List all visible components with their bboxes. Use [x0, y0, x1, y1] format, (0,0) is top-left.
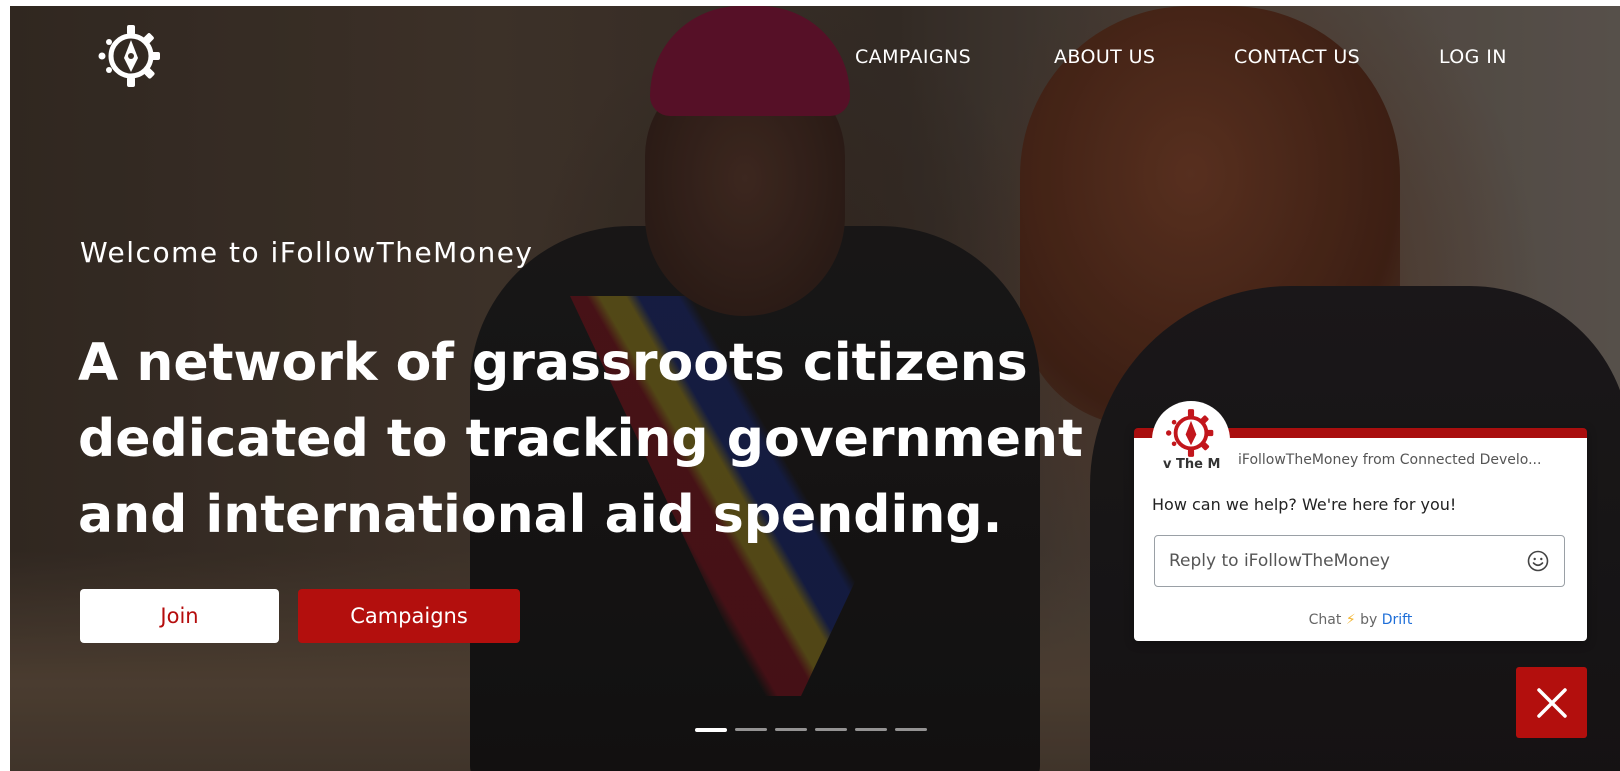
chat-footer: Chat ⚡ by Drift — [1134, 612, 1587, 628]
nav-log-in[interactable]: LOG IN — [1439, 46, 1507, 68]
carousel-dot-4[interactable] — [815, 728, 847, 731]
chat-message: How can we help? We're here for you! — [1152, 495, 1457, 514]
nav-about-us[interactable]: ABOUT US — [1054, 46, 1155, 68]
chat-avatar-caption: v The M — [1163, 457, 1221, 472]
join-button[interactable]: Join — [80, 589, 279, 643]
headline-line-2: dedicated to tracking government — [78, 409, 1083, 469]
carousel-dot-6[interactable] — [895, 728, 927, 731]
carousel-dot-2[interactable] — [735, 728, 767, 731]
nav-campaigns[interactable]: CAMPAIGNS — [855, 46, 971, 68]
headline-line-1: A network of grassroots citizens — [78, 333, 1028, 393]
lightning-icon: ⚡ — [1345, 612, 1356, 628]
campaigns-button[interactable]: Campaigns — [298, 589, 520, 643]
gear-compass-icon[interactable] — [92, 22, 170, 90]
close-icon[interactable] — [1516, 667, 1587, 738]
chat-footer-chat: Chat — [1308, 612, 1342, 628]
carousel-dot-5[interactable] — [855, 728, 887, 731]
drift-link[interactable]: Drift — [1382, 612, 1413, 628]
carousel-dot-1[interactable] — [695, 728, 727, 732]
chat-sender: iFollowTheMoney from Connected Develo... — [1238, 452, 1542, 468]
nav-contact-us[interactable]: CONTACT US — [1234, 46, 1360, 68]
chat-footer-by: by — [1360, 612, 1378, 628]
smiley-icon[interactable] — [1526, 549, 1550, 573]
carousel-indicators — [695, 728, 927, 732]
hero-headline: A network of grassroots citizens dedicat… — [78, 325, 1108, 553]
headline-line-3: and international aid spending. — [78, 485, 1003, 545]
chat-reply-input[interactable] — [1154, 535, 1565, 587]
carousel-dot-3[interactable] — [775, 728, 807, 731]
welcome-text: Welcome to iFollowTheMoney — [80, 236, 534, 269]
